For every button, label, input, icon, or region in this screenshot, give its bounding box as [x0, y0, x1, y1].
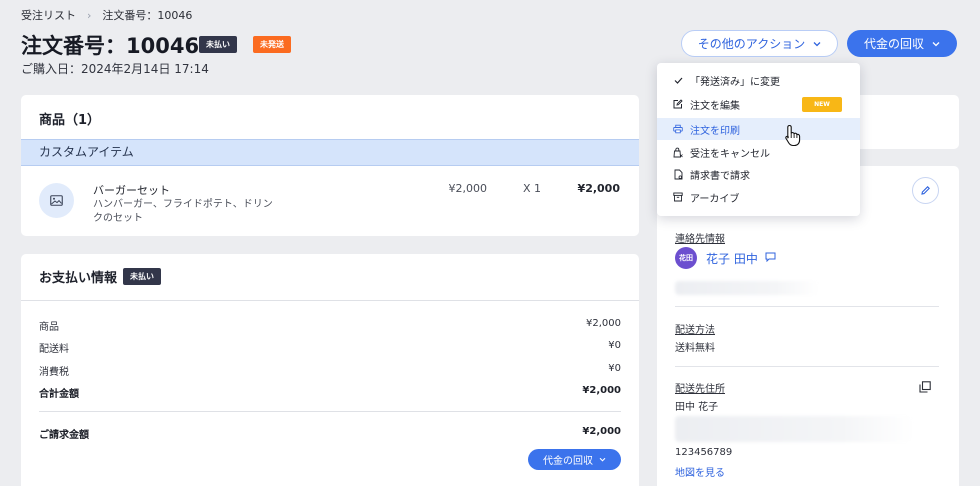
- payment-row-tax: 消費税 ¥0: [39, 363, 621, 378]
- phone-number: 123456789: [675, 447, 733, 458]
- payment-row-label: 商品: [39, 322, 59, 333]
- product-quantity: X 1: [523, 182, 542, 195]
- menu-item-label: アーカイブ: [690, 193, 740, 205]
- chevron-down-icon: [599, 457, 606, 462]
- products-card: 商品（1） カスタムアイテム バーガーセット ハンバーガー、フライドポテト、ドリ…: [21, 95, 639, 236]
- payment-card: お支払い情報 未払い 商品 ¥2,000 配送料 ¥0 消費税 ¥0 合計金額 …: [21, 254, 639, 486]
- payment-header: お支払い情報 未払い: [39, 267, 162, 286]
- contact-info-label: 連絡先情報: [675, 234, 725, 245]
- redacted-email: [675, 281, 819, 295]
- payment-row-value: ¥0: [608, 340, 621, 351]
- payment-badge: 未払い: [123, 268, 162, 285]
- breadcrumb-parent-link[interactable]: 受注リスト: [21, 7, 76, 23]
- printer-icon: [673, 124, 683, 134]
- product-total: ¥2,000: [577, 182, 620, 195]
- products-heading: 商品（1）: [39, 113, 101, 128]
- menu-item-label: 注文を印刷: [690, 125, 740, 137]
- shipping-status-badge: 未発送: [253, 36, 291, 53]
- payment-row-total: 合計金額 ¥2,000: [39, 385, 621, 400]
- menu-item-mark-shipped[interactable]: 「発送済み」に変更: [657, 69, 860, 91]
- breadcrumb-current: 注文番号：10046: [102, 9, 193, 22]
- shipping-method-value: 送料無料: [675, 343, 715, 354]
- purchase-date: ご購入日：2024年2月14日 17:14: [21, 62, 209, 76]
- menu-item-print-order[interactable]: 注文を印刷: [657, 118, 860, 140]
- menu-item-label: 「発送済み」に変更: [690, 76, 780, 88]
- divider: [21, 300, 639, 301]
- edit-icon: [673, 99, 683, 109]
- divider: [675, 306, 939, 307]
- payment-row-value: ¥2,000: [582, 385, 621, 396]
- cancel-bag-icon: [673, 147, 683, 157]
- product-name: バーガーセット: [93, 184, 170, 197]
- new-badge: NEW: [802, 97, 842, 112]
- menu-item-label: 受注をキャンセル: [690, 148, 770, 160]
- more-actions-menu: 「発送済み」に変更 注文を編集 NEW 注文を印刷 受注をキャンセル 請求書で請…: [657, 63, 860, 216]
- payment-row-shipping: 配送料 ¥0: [39, 340, 621, 355]
- payment-row-label: 消費税: [39, 367, 69, 378]
- payment-row-billed: ご請求金額 ¥2,000: [39, 426, 621, 441]
- menu-item-invoice[interactable]: 請求書で請求: [657, 163, 860, 185]
- menu-item-label: 注文を編集: [690, 100, 740, 112]
- archive-icon: [673, 192, 683, 202]
- more-actions-button[interactable]: その他のアクション: [681, 30, 838, 57]
- invoice-icon: [673, 169, 683, 179]
- redacted-address: [675, 416, 913, 442]
- collect-payment-button[interactable]: 代金の回収: [847, 30, 957, 57]
- billed-value: ¥2,000: [582, 426, 621, 437]
- copy-icon[interactable]: [919, 381, 931, 393]
- chevron-down-icon: [813, 41, 821, 46]
- page-title: 注文番号：10046: [21, 34, 200, 58]
- hand-cursor-icon: [785, 124, 801, 147]
- breadcrumb-separator: ›: [87, 8, 92, 22]
- payment-status-badge: 未払い: [199, 36, 237, 53]
- avatar: 花田: [675, 247, 697, 269]
- check-icon: [673, 75, 683, 85]
- billed-label: ご請求金額: [39, 430, 89, 441]
- collect-payment-small-label: 代金の回収: [543, 456, 593, 467]
- collect-payment-label: 代金の回収: [863, 37, 924, 51]
- breadcrumb: 受注リスト › 注文番号：10046: [21, 7, 193, 23]
- chevron-down-icon: [932, 41, 940, 46]
- payment-row-label: 合計金額: [39, 389, 79, 400]
- product-description: ハンバーガー、フライドポテト、ドリンクのセット: [93, 199, 273, 224]
- edit-customer-button[interactable]: [912, 177, 939, 204]
- image-placeholder-icon: [39, 183, 74, 218]
- payment-row-value: ¥2,000: [586, 318, 621, 329]
- address-name: 田中 花子: [675, 402, 719, 413]
- menu-item-cancel-order[interactable]: 受注をキャンセル: [657, 141, 860, 163]
- divider: [39, 411, 621, 412]
- shipping-address-label: 配送先住所: [675, 384, 725, 395]
- menu-item-label: 請求書で請求: [690, 170, 750, 182]
- product-price: ¥2,000: [448, 182, 488, 195]
- pencil-icon: [921, 186, 930, 195]
- chat-icon[interactable]: [765, 252, 776, 262]
- payment-row-value: ¥0: [608, 363, 621, 374]
- divider: [675, 366, 939, 367]
- more-actions-label: その他のアクション: [697, 37, 806, 51]
- payment-heading: お支払い情報: [39, 271, 118, 286]
- shipping-method-label: 配送方法: [675, 325, 715, 336]
- payment-row-items: 商品 ¥2,000: [39, 318, 621, 333]
- menu-item-archive[interactable]: アーカイブ: [657, 186, 860, 208]
- customer-name-link[interactable]: 花子 田中: [706, 250, 758, 267]
- menu-item-edit-order[interactable]: 注文を編集 NEW: [657, 93, 860, 115]
- view-map-link[interactable]: 地図を見る: [675, 464, 725, 479]
- custom-items-section: カスタムアイテム: [21, 139, 639, 166]
- payment-row-label: 配送料: [39, 344, 69, 355]
- collect-payment-small-button[interactable]: 代金の回収: [528, 449, 621, 470]
